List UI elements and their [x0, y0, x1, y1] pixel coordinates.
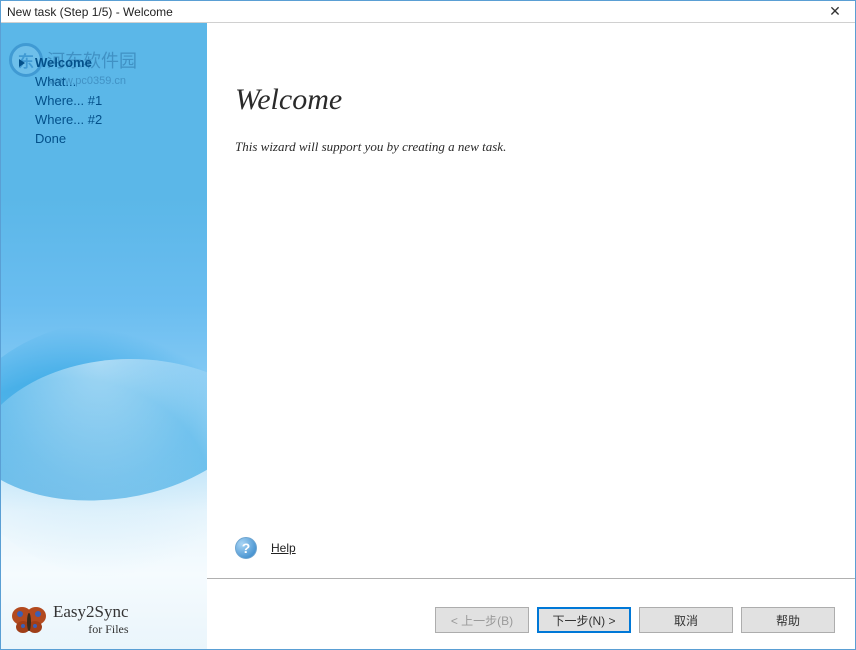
help-icon[interactable]: ? — [235, 537, 257, 559]
cancel-button[interactable]: 取消 — [639, 607, 733, 633]
brand-text: Easy2Sync for Files — [53, 602, 129, 637]
wave-decoration — [1, 359, 207, 579]
sidebar: 东 河东软件园 www.pc0359.cn Welcome What... Wh… — [1, 23, 207, 649]
body: 东 河东软件园 www.pc0359.cn Welcome What... Wh… — [1, 23, 855, 649]
help-row: ? Help — [235, 537, 296, 559]
nav-step-welcome[interactable]: Welcome — [1, 53, 207, 72]
butterfly-icon — [11, 604, 47, 636]
back-button: < 上一步(B) — [435, 607, 529, 633]
divider — [207, 578, 855, 579]
help-button[interactable]: 帮助 — [741, 607, 835, 633]
page-description: This wizard will support you by creating… — [235, 139, 827, 155]
main-panel: Welcome This wizard will support you by … — [207, 23, 855, 649]
next-button[interactable]: 下一步(N) > — [537, 607, 631, 633]
nav-step-where2[interactable]: Where... #2 — [1, 110, 207, 129]
brand-subtitle: for Files — [53, 622, 129, 637]
help-link[interactable]: Help — [271, 541, 296, 555]
page-title: Welcome — [235, 83, 827, 117]
close-button[interactable]: ✕ — [815, 1, 855, 23]
window-title: New task (Step 1/5) - Welcome — [7, 5, 173, 19]
titlebar: New task (Step 1/5) - Welcome ✕ — [1, 1, 855, 23]
footer-buttons: < 上一步(B) 下一步(N) > 取消 帮助 — [435, 607, 835, 633]
brand-name: Easy2Sync — [53, 602, 129, 622]
nav-step-what[interactable]: What... — [1, 72, 207, 91]
wizard-window: New task (Step 1/5) - Welcome ✕ 东 河东软件园 … — [0, 0, 856, 650]
step-nav: Welcome What... Where... #1 Where... #2 … — [1, 23, 207, 148]
nav-step-where1[interactable]: Where... #1 — [1, 91, 207, 110]
brand: Easy2Sync for Files — [11, 602, 129, 637]
nav-step-done[interactable]: Done — [1, 129, 207, 148]
